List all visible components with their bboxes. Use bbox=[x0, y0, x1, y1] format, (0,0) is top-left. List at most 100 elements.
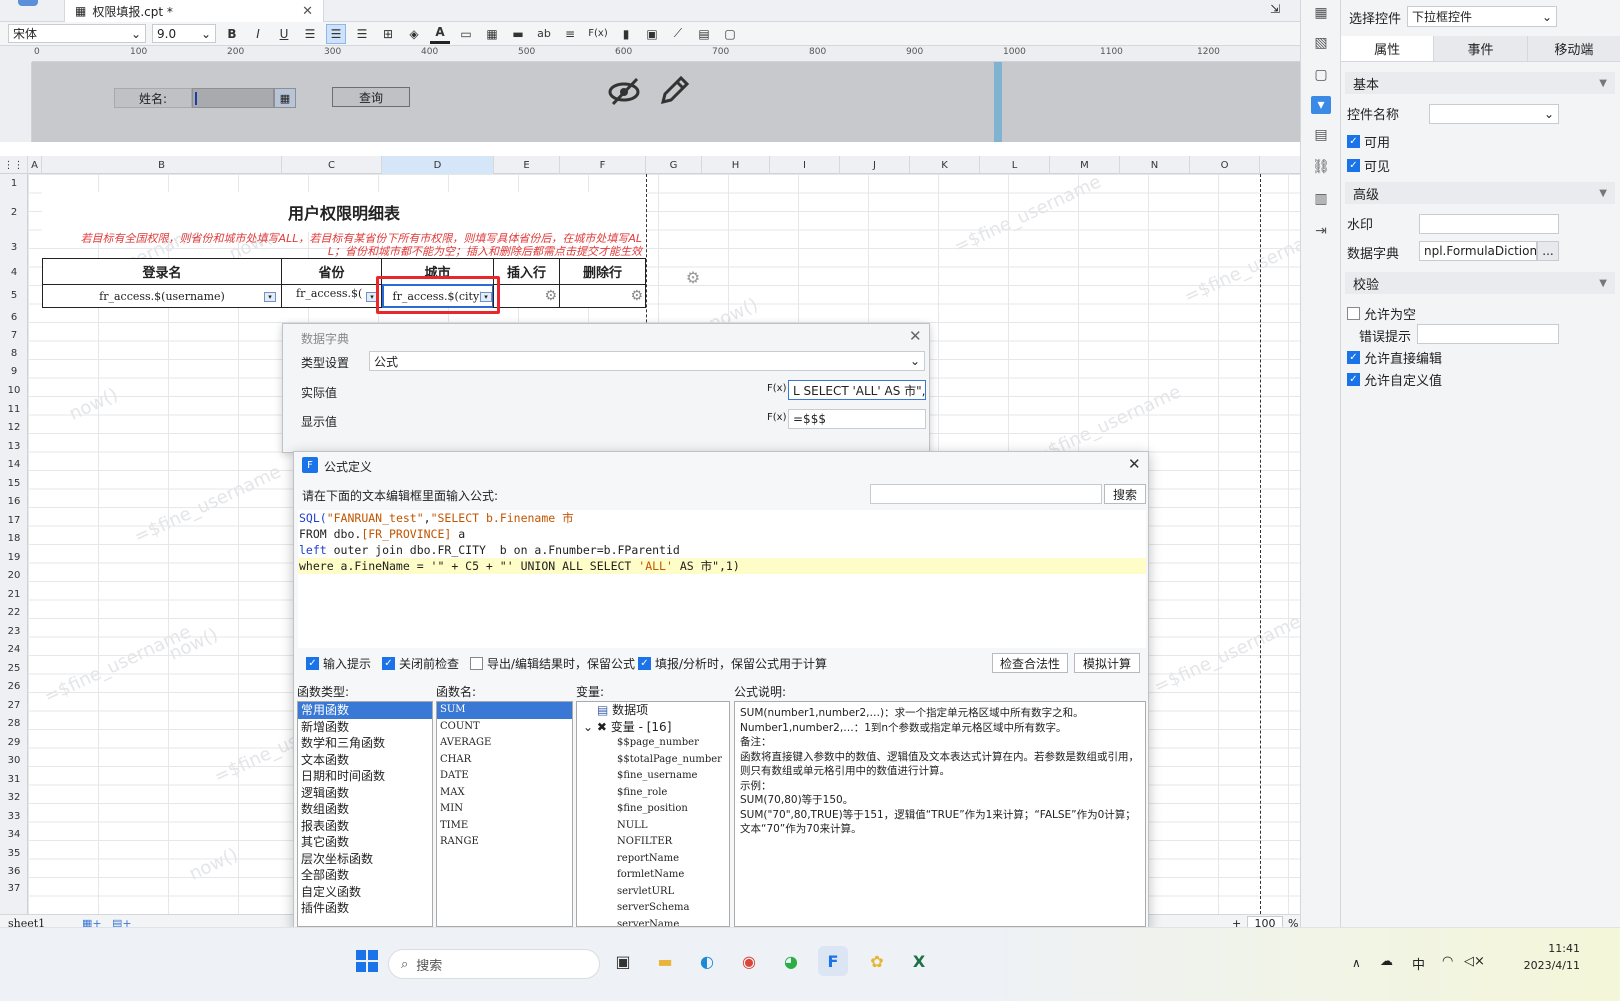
column-header[interactable]: I bbox=[770, 156, 840, 174]
underline-button[interactable]: U bbox=[274, 24, 294, 44]
allow-edit-checkbox[interactable]: ✓ bbox=[1347, 351, 1360, 364]
font-family-select[interactable]: 宋体 ⌄ bbox=[8, 24, 146, 43]
check-close-checkbox[interactable]: ✓ bbox=[382, 657, 395, 670]
bold-button[interactable]: B bbox=[222, 24, 242, 44]
row-header[interactable]: 14 bbox=[0, 455, 28, 473]
formula-editor[interactable]: SQL("FANRUAN_test","SELECT b.Finename 市 … bbox=[298, 510, 1146, 648]
app-menu-icon[interactable] bbox=[18, 0, 38, 6]
row-header[interactable]: 27 bbox=[0, 696, 28, 714]
row-header[interactable]: 18 bbox=[0, 529, 28, 547]
section-validate[interactable]: 校验 ▼ bbox=[1345, 272, 1615, 294]
allow-custom-checkbox[interactable]: ✓ bbox=[1347, 373, 1360, 386]
tray-chevron-up-icon[interactable]: ∧ bbox=[1352, 956, 1361, 970]
row-header[interactable]: 29 bbox=[0, 733, 28, 751]
export-keep-checkbox[interactable] bbox=[470, 657, 483, 670]
cell-b5-username[interactable]: fr_access.$(username) bbox=[42, 284, 282, 308]
calendar-icon[interactable]: ▦ bbox=[274, 88, 296, 108]
visible-row[interactable]: ✓ 可见 bbox=[1347, 156, 1390, 175]
edit-pencil-icon[interactable] bbox=[657, 74, 691, 108]
simulate-button[interactable]: 模拟计算 bbox=[1074, 653, 1140, 673]
select-all-corner[interactable]: ⋮⋮ bbox=[0, 156, 28, 174]
list-item[interactable]: 日期和时间函数 bbox=[298, 768, 432, 785]
panel-resize-handle[interactable] bbox=[994, 62, 1002, 142]
ime-indicator[interactable]: 中 bbox=[1412, 954, 1425, 973]
app-icon[interactable]: ✿ bbox=[862, 946, 892, 976]
row-header[interactable]: 23 bbox=[0, 622, 28, 640]
row-header[interactable]: 21 bbox=[0, 585, 28, 603]
check-validity-button[interactable]: 检查合法性 bbox=[992, 653, 1068, 673]
list-item[interactable]: CHAR bbox=[437, 752, 572, 769]
row-header[interactable]: 36 bbox=[0, 862, 28, 880]
fill-color-icon[interactable]: ◈ bbox=[404, 24, 424, 44]
visible-checkbox[interactable]: ✓ bbox=[1347, 159, 1360, 172]
finereport-icon[interactable]: F bbox=[818, 946, 848, 976]
row-header[interactable]: 20 bbox=[0, 566, 28, 584]
merge-icon[interactable]: ▭ bbox=[456, 24, 476, 44]
tray-cloud-icon[interactable]: ☁ bbox=[1380, 954, 1393, 969]
hyperlink-icon[interactable]: ⛓ bbox=[1311, 158, 1331, 176]
list-item[interactable]: 新增函数 bbox=[298, 719, 432, 736]
border-icon[interactable]: ⊞ bbox=[378, 24, 398, 44]
column-header[interactable]: M bbox=[1050, 156, 1120, 174]
close-icon[interactable]: ✕ bbox=[1128, 455, 1141, 473]
list-item[interactable]: 逻辑函数 bbox=[298, 785, 432, 802]
insert-row-gear-icon[interactable]: ⚙ bbox=[493, 284, 560, 308]
list-item[interactable]: NOFILTER bbox=[577, 834, 729, 851]
column-header[interactable]: K bbox=[910, 156, 980, 174]
taskbar-search[interactable]: ⌕ 搜索 bbox=[388, 949, 600, 979]
row-header[interactable]: 13 bbox=[0, 437, 28, 455]
func-name-list[interactable]: SUM COUNT AVERAGE CHAR DATE MAX MIN TIME… bbox=[436, 701, 573, 927]
column-header[interactable]: C bbox=[282, 156, 382, 174]
list-item[interactable]: 报表函数 bbox=[298, 818, 432, 835]
edge-icon[interactable]: ◐ bbox=[692, 946, 722, 976]
list-item[interactable]: servletURL bbox=[577, 884, 729, 901]
list-item[interactable]: $fine_position bbox=[577, 801, 729, 818]
text-icon[interactable]: ab bbox=[534, 24, 554, 44]
row-header[interactable]: 30 bbox=[0, 751, 28, 769]
column-header[interactable]: B bbox=[42, 156, 282, 174]
row-header[interactable]: 35 bbox=[0, 844, 28, 862]
watermark-input[interactable] bbox=[1419, 214, 1559, 234]
font-color-icon[interactable]: A bbox=[430, 24, 450, 44]
row-header[interactable]: 7 bbox=[0, 326, 28, 344]
tree-node-vars[interactable]: ⌄ ✖ 变量 - [16] bbox=[577, 719, 729, 736]
search-button[interactable]: 搜索 bbox=[1104, 484, 1146, 504]
control-name-input[interactable]: ⌄ bbox=[1429, 104, 1559, 124]
column-header[interactable]: F bbox=[560, 156, 646, 174]
row-header[interactable]: 3 bbox=[0, 232, 28, 262]
tab-events[interactable]: 事件 bbox=[1434, 36, 1528, 61]
condition-icon[interactable]: ▤ bbox=[1311, 126, 1331, 144]
paragraph-icon[interactable]: ≡ bbox=[560, 24, 580, 44]
formula-icon[interactable]: F(x) bbox=[586, 24, 610, 44]
row-header[interactable]: 25 bbox=[0, 659, 28, 677]
list-item[interactable]: DATE bbox=[437, 768, 572, 785]
input-hint-option[interactable]: ✓ 输入提示 bbox=[306, 655, 371, 672]
list-item[interactable]: NULL bbox=[577, 818, 729, 835]
chart-icon[interactable]: ▮ bbox=[616, 24, 636, 44]
note-line-1[interactable]: 若目标有全国权限，则省份和城市处填写ALL，若目标有某省份下所有市权限，则填写具… bbox=[42, 230, 646, 245]
section-advanced[interactable]: 高级 ▼ bbox=[1345, 182, 1615, 204]
allow-custom-row[interactable]: ✓ 允许自定义值 bbox=[1347, 370, 1442, 389]
header-login[interactable]: 登录名 bbox=[42, 258, 282, 285]
clock-time[interactable]: 11:41 bbox=[1510, 942, 1580, 955]
variables-tree[interactable]: ▤ 数据项 ⌄ ✖ 变量 - [16] $$page_number $$tota… bbox=[576, 701, 730, 927]
list-item[interactable]: 常用函数 bbox=[298, 702, 432, 719]
dropdown-widget-icon[interactable]: ▾ bbox=[264, 292, 276, 302]
column-header[interactable]: E bbox=[494, 156, 560, 174]
display-value-input[interactable]: =$$$ bbox=[788, 409, 926, 429]
layout-icon[interactable]: ▦ bbox=[1311, 4, 1331, 22]
row-header[interactable]: 28 bbox=[0, 714, 28, 732]
pin-icon[interactable]: ⇲ bbox=[1270, 2, 1280, 16]
italic-button[interactable]: I bbox=[248, 24, 268, 44]
row-header[interactable]: 6 bbox=[0, 308, 28, 326]
file-explorer-icon[interactable]: ▬ bbox=[650, 946, 680, 976]
widget-settings-icon[interactable]: ▾ bbox=[1311, 96, 1331, 114]
enabled-checkbox[interactable]: ✓ bbox=[1347, 135, 1360, 148]
func-type-list[interactable]: 常用函数 新增函数 数学和三角函数 文本函数 日期和时间函数 逻辑函数 数组函数… bbox=[297, 701, 433, 927]
type-select[interactable]: 公式 ⌄ bbox=[369, 351, 925, 371]
image-icon[interactable]: ▣ bbox=[642, 24, 662, 44]
column-header[interactable]: N bbox=[1120, 156, 1190, 174]
row-header[interactable]: 4 bbox=[0, 262, 28, 282]
list-item[interactable]: COUNT bbox=[437, 719, 572, 736]
actual-value-input[interactable]: L SELECT 'ALL' AS 市",1) bbox=[788, 380, 926, 400]
